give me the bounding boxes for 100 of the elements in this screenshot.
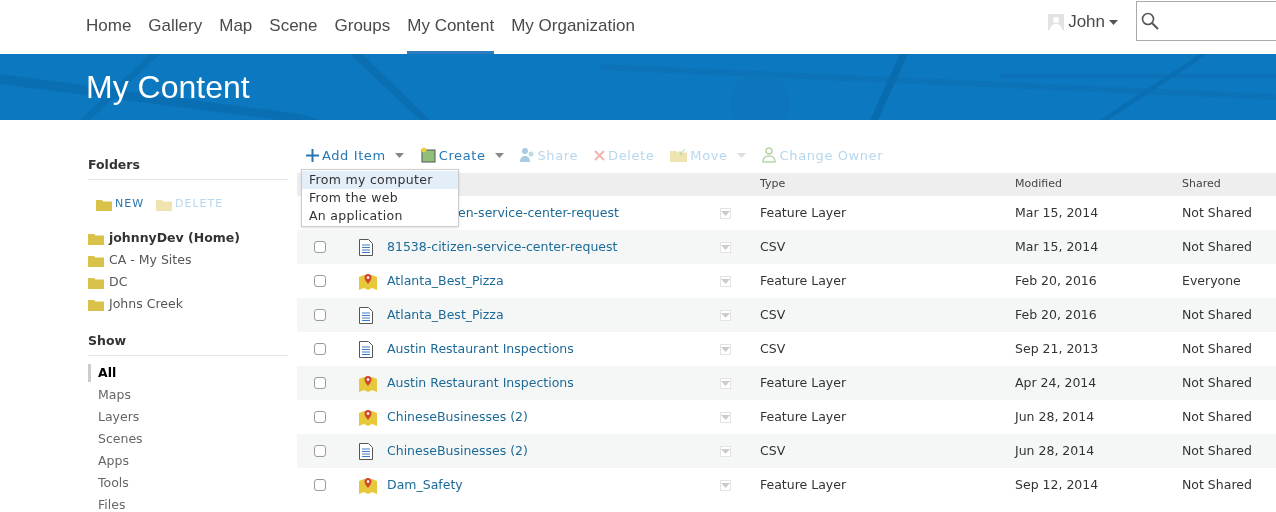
column-header[interactable]: Type [760,176,1015,193]
filter-item[interactable]: All [88,364,288,382]
column-header[interactable]: Modified [1015,176,1182,193]
person-icon [761,147,777,164]
table-cell-text: Mar 15, 2014 [1015,237,1100,256]
table-cell-text: Feature Layer [760,407,848,426]
folder-icon [88,275,104,289]
table-cell-text: Not Shared [1182,407,1253,426]
row-menu-caret[interactable] [720,377,731,389]
caret-icon [721,482,730,488]
section-heading: Folders [88,156,288,180]
close-icon [594,149,605,161]
map-pin-icon [359,408,377,426]
item-title-link[interactable]: Dam_Safety [387,475,463,495]
nav-tab[interactable]: Gallery [148,0,203,54]
table-cell-text: Feb 20, 2016 [1015,305,1098,324]
folder-icon [156,197,173,211]
folder-item[interactable]: DC [88,273,288,292]
item-title-link[interactable]: ChineseBusinesses (2) [387,407,528,427]
caret-icon [721,312,730,318]
table-cell-text: Not Shared [1182,441,1253,460]
item-title-link[interactable]: Atlanta_Best_Pizza [387,305,504,325]
row-checkbox[interactable] [314,309,326,321]
plus-icon [306,148,319,162]
caret-icon [721,448,730,454]
nav-tab[interactable]: Map [219,0,253,54]
item-title-link[interactable]: en-service-center-request [458,203,619,223]
caret-icon [1109,19,1118,25]
filter-item[interactable]: Files [88,496,288,512]
filter-item[interactable]: Scenes [88,430,288,448]
user-menu[interactable]: John [1048,0,1118,44]
table-cell-text: Feature Layer [760,373,848,392]
folder-icon [96,197,112,211]
row-menu-caret[interactable] [720,207,731,219]
filter-item[interactable]: Apps [88,452,288,470]
table-cell-text: Feature Layer [760,475,848,494]
table-cell-text: Not Shared [1182,305,1253,324]
menu-item[interactable]: From my computer [302,171,458,189]
caret-icon [494,152,504,158]
row-menu-caret[interactable] [720,241,731,253]
avatar-icon [1048,14,1065,30]
table-cell-text: Feature Layer [760,271,848,290]
item-title-link[interactable]: ChineseBusinesses (2) [387,441,528,461]
table-cell-text: Feature Layer [760,203,848,222]
caret-icon [721,278,730,284]
filter-item[interactable]: Layers [88,408,288,426]
filter-item[interactable]: Tools [88,474,288,492]
table-cell-text: CSV [760,305,787,324]
menu-item[interactable]: An application [302,207,458,225]
section-heading: Show [88,332,288,356]
row-menu-caret[interactable] [720,275,731,287]
map-pin-icon [359,272,377,290]
caret-icon [721,346,730,352]
toolbar-button[interactable]: Create [419,145,504,165]
row-checkbox[interactable] [314,275,326,287]
folder-item[interactable]: johnnyDev (Home) [88,229,288,248]
folder-item[interactable]: Johns Creek [88,295,288,314]
row-checkbox[interactable] [314,445,326,457]
caret-icon [721,414,730,420]
row-checkbox[interactable] [314,343,326,355]
row-menu-caret[interactable] [720,445,731,457]
row-checkbox[interactable] [314,479,326,491]
folder-item[interactable]: CA - My Sites [88,251,288,270]
caret-icon [721,210,730,216]
nav-tab[interactable]: My Organization [511,0,635,54]
menu-item[interactable]: From the web [302,189,458,207]
table-cell-text: Sep 12, 2014 [1015,475,1100,494]
search-field[interactable] [1136,1,1276,41]
folder-icon [670,148,688,162]
table-cell-text: Jun 28, 2014 [1015,407,1096,426]
folder-action-button[interactable]: NEW [96,195,145,213]
row-checkbox[interactable] [314,241,326,253]
caret-icon [394,152,404,158]
row-menu-caret[interactable] [720,411,731,423]
item-title-link[interactable]: Austin Restaurant Inspections [387,373,574,393]
item-title-link[interactable]: Atlanta_Best_Pizza [387,271,504,291]
document-icon [359,340,373,358]
row-checkbox[interactable] [314,411,326,423]
document-icon [359,306,373,324]
column-header[interactable]: Shared [1182,176,1276,193]
toolbar-button[interactable]: Add Item [306,145,404,165]
filter-item[interactable]: Maps [88,386,288,404]
page-title: My Content [86,68,250,107]
map-pin-icon [359,374,377,392]
nav-tab[interactable]: Scene [269,0,318,54]
table-cell-text: CSV [760,237,787,256]
nav-tab[interactable]: Groups [334,0,391,54]
item-title-link[interactable]: 81538-citizen-service-center-request [387,237,618,257]
row-menu-caret[interactable] [720,343,731,355]
row-menu-caret[interactable] [720,479,731,491]
table-cell-text: Not Shared [1182,373,1253,392]
row-menu-caret[interactable] [720,309,731,321]
table-cell-text: Feb 20, 2016 [1015,271,1098,290]
table-cell-text: Not Shared [1182,237,1253,256]
item-title-link[interactable]: Austin Restaurant Inspections [387,339,574,359]
search-icon [1141,12,1159,30]
row-checkbox[interactable] [314,377,326,389]
table-cell-text: Sep 21, 2013 [1015,339,1100,358]
nav-tab[interactable]: Home [86,0,132,54]
table-cell-text: Apr 24, 2014 [1015,373,1098,392]
